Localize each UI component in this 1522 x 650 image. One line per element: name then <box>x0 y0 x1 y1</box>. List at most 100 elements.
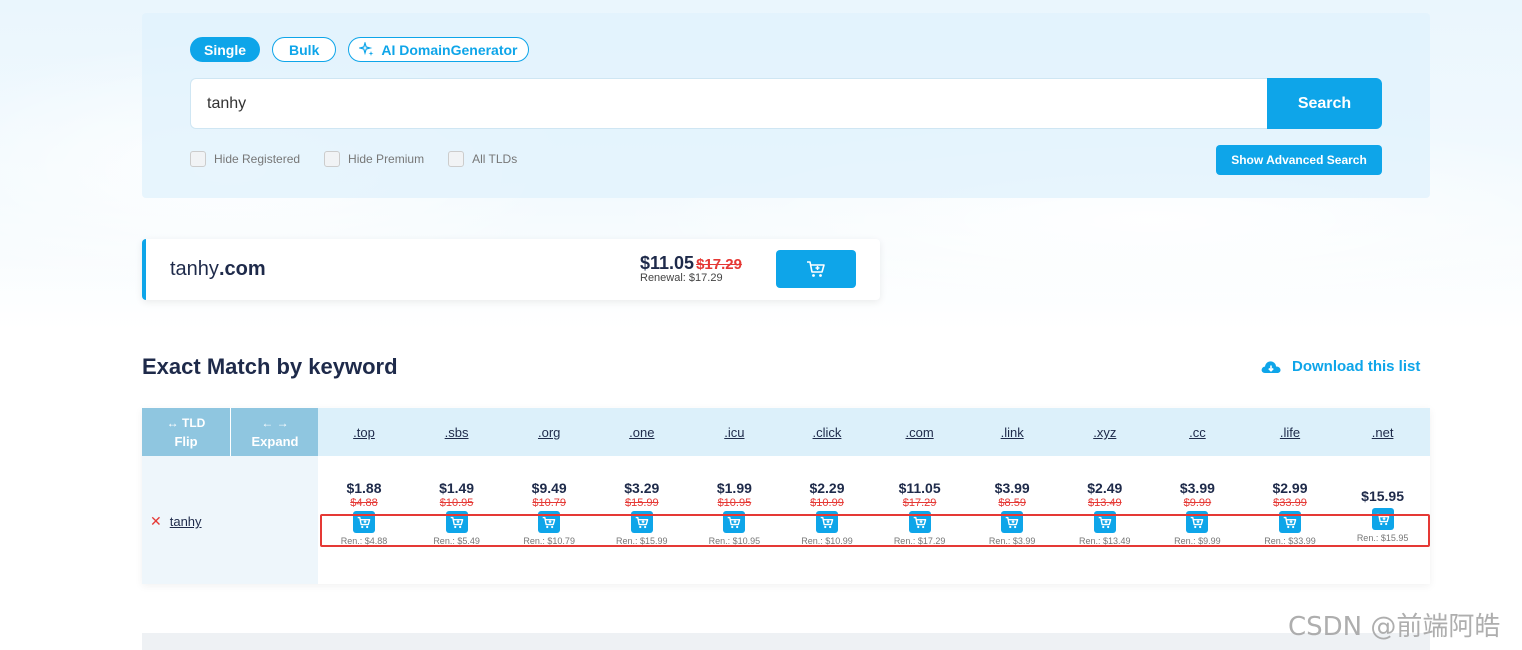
tld-header: .icu <box>688 408 780 456</box>
cart-icon <box>820 516 834 529</box>
add-to-cart-button[interactable] <box>1279 511 1301 533</box>
price-cell: $2.49 $13.49 Ren.: $13.49 <box>1059 456 1151 584</box>
result-domain-tld: .com <box>218 258 266 280</box>
add-to-cart-button[interactable] <box>630 511 653 533</box>
tld-link[interactable]: .life <box>1280 425 1300 440</box>
tld-header: .com <box>874 408 966 456</box>
flip-tld-button[interactable]: ↔ TLD Flip <box>142 408 230 456</box>
expand-button[interactable]: ← → Expand <box>231 408 319 456</box>
tld-header: .life <box>1244 408 1336 456</box>
filter-label: All TLDs <box>472 152 518 166</box>
tld-link[interactable]: .icu <box>724 425 744 440</box>
tld-link[interactable]: .org <box>538 425 560 440</box>
tld-price: $3.99 <box>994 480 1030 496</box>
add-to-cart-button[interactable] <box>353 511 375 533</box>
tld-old-price: $15.99 <box>624 497 659 509</box>
tld-price: $9.49 <box>531 480 567 496</box>
price-cell: $11.05 $17.29 Ren.: $17.29 <box>874 456 966 584</box>
section-title: Exact Match by keyword <box>142 354 398 379</box>
search-mode-tabs: Single Bulk AI DomainGenerator <box>190 37 529 62</box>
tld-header: .top <box>318 408 410 456</box>
price-cell: $2.99 $33.99 Ren.: $33.99 <box>1244 456 1336 584</box>
tld-link[interactable]: .link <box>1001 425 1024 440</box>
search-button[interactable]: Search <box>1267 78 1382 129</box>
cart-icon <box>1376 513 1390 526</box>
tld-renewal: Ren.: $10.79 <box>523 536 575 546</box>
tld-link[interactable]: .sbs <box>445 425 469 440</box>
tld-renewal: Ren.: $9.99 <box>1174 536 1221 546</box>
cart-icon <box>1190 516 1204 529</box>
checkbox[interactable] <box>448 151 465 167</box>
tab-single[interactable]: Single <box>190 37 261 62</box>
filter-hide-registered[interactable]: Hide Registered <box>190 151 300 167</box>
tld-renewal: Ren.: $5.49 <box>433 536 480 546</box>
add-to-cart-button[interactable] <box>908 511 931 533</box>
tld-link[interactable]: .cc <box>1189 425 1206 440</box>
tab-ai-label: AI DomainGenerator <box>381 41 518 58</box>
checkbox[interactable] <box>324 151 341 167</box>
tld-price: $2.99 <box>1272 480 1308 496</box>
cloud-download-icon <box>1261 360 1281 373</box>
tld-renewal: Ren.: $15.95 <box>1356 533 1409 543</box>
add-to-cart-button[interactable] <box>1371 508 1394 530</box>
tld-link[interactable]: .net <box>1372 425 1394 440</box>
tld-link[interactable]: .one <box>629 425 654 440</box>
tld-renewal: Ren.: $15.99 <box>616 536 668 546</box>
download-list-link[interactable]: Download this list <box>1260 358 1420 375</box>
result-old-price: $17.29 <box>696 256 742 273</box>
tld-price: $2.29 <box>809 480 845 496</box>
tld-header: .click <box>781 408 873 456</box>
show-advanced-search-button[interactable]: Show Advanced Search <box>1216 145 1382 175</box>
tld-link[interactable]: .top <box>353 425 375 440</box>
filter-hide-premium[interactable]: Hide Premium <box>324 151 424 167</box>
cart-icon <box>1283 516 1297 529</box>
tab-ai-generator[interactable]: AI DomainGenerator <box>348 37 529 62</box>
cart-icon <box>727 516 741 529</box>
add-to-cart-button[interactable] <box>1186 511 1209 533</box>
result-domain-name: tanhy <box>170 258 219 280</box>
tld-link[interactable]: .click <box>813 425 842 440</box>
expand-arrows-icon: ← → <box>261 415 289 430</box>
filter-label: Hide Registered <box>214 152 301 166</box>
domain-result-card: tanhy.com $11.05 $17.29 Renewal: $17.29 <box>142 239 880 300</box>
cart-icon <box>542 516 556 529</box>
tld-old-price: $17.29 <box>902 497 937 509</box>
keyword-cell: ✕ tanhy <box>142 456 318 584</box>
tld-price: $3.29 <box>624 480 660 496</box>
price-cell: $2.29 $10.99 Ren.: $10.99 <box>781 456 873 584</box>
checkbox[interactable] <box>190 151 206 167</box>
download-label: Download this list <box>1292 358 1421 375</box>
filter-label: Hide Premium <box>348 152 425 166</box>
tld-price: $1.99 <box>716 480 752 496</box>
filter-all-tlds[interactable]: All TLDs <box>448 151 517 167</box>
tld-price: $11.05 <box>898 480 941 496</box>
cart-icon <box>807 261 825 277</box>
result-domain: tanhy.com <box>170 258 266 281</box>
add-to-cart-button[interactable] <box>776 250 856 288</box>
add-to-cart-button[interactable] <box>816 511 838 533</box>
price-cell: $3.29 $15.99 Ren.: $15.99 <box>596 456 688 584</box>
tld-price: $1.49 <box>439 480 475 496</box>
add-to-cart-button[interactable] <box>538 511 561 533</box>
tab-bulk[interactable]: Bulk <box>272 37 337 62</box>
tld-header: .xyz <box>1059 408 1151 456</box>
add-to-cart-button[interactable] <box>1093 511 1116 533</box>
tld-old-price: $33.99 <box>1273 497 1307 509</box>
tld-link[interactable]: .com <box>906 425 934 440</box>
tld-header: .link <box>966 408 1058 456</box>
tld-renewal: Ren.: $17.29 <box>893 536 946 546</box>
keyword-link[interactable]: tanhy <box>170 514 202 529</box>
cart-icon <box>635 516 649 529</box>
tld-link[interactable]: .xyz <box>1093 425 1116 440</box>
add-to-cart-button[interactable] <box>445 511 468 533</box>
tld-old-price: $13.49 <box>1087 497 1122 509</box>
result-price-block: $11.05 $17.29 Renewal: $17.29 <box>640 253 760 284</box>
sparkle-icon <box>359 41 374 56</box>
unavailable-x-icon: ✕ <box>150 513 162 529</box>
search-input[interactable]: tanhy <box>190 78 1268 129</box>
add-to-cart-button[interactable] <box>723 511 746 533</box>
tld-header: .one <box>596 408 688 456</box>
add-to-cart-button[interactable] <box>1001 511 1024 533</box>
flip-label: Flip <box>174 433 198 449</box>
watermark: CSDN @前端阿皓 <box>1288 612 1501 642</box>
